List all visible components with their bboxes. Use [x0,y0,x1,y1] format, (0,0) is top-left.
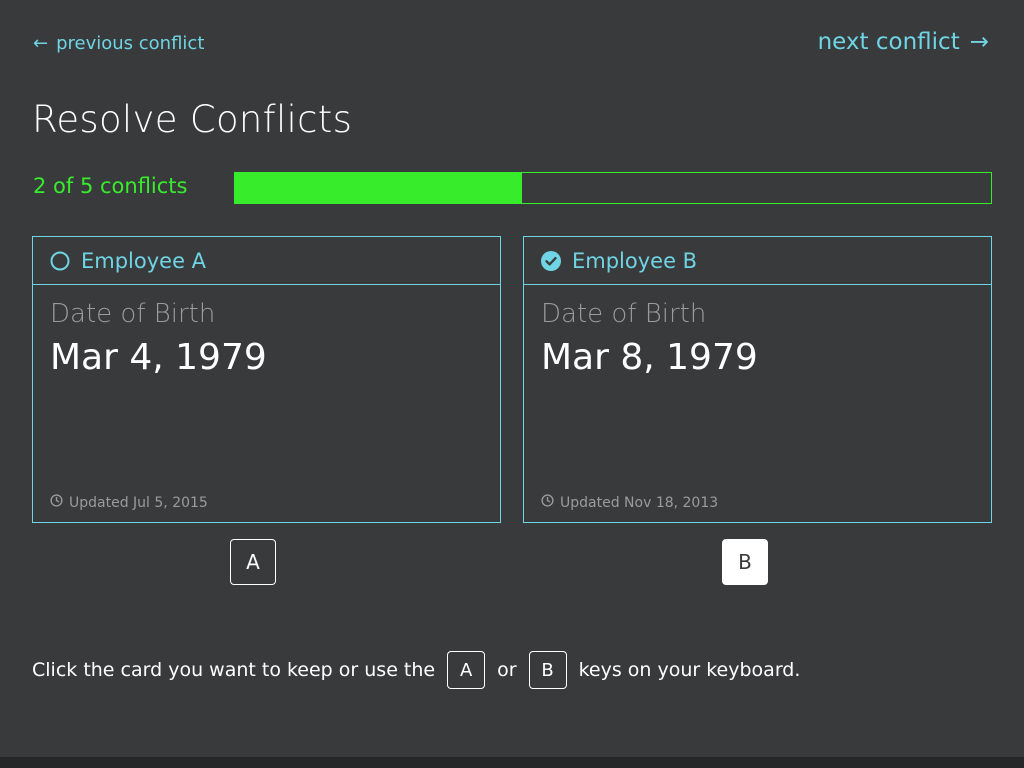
card-header: Employee B [524,237,991,285]
previous-conflict-label: previous conflict [56,33,205,54]
page-title: Resolve Conflicts [32,98,353,141]
employee-b-card[interactable]: Employee B Date of Birth Mar 8, 1979 Upd… [523,236,992,523]
progress-bar [234,172,992,204]
progress-label: 2 of 5 conflicts [33,174,188,198]
next-conflict-label: next conflict [817,29,960,55]
field-label: Date of Birth [50,299,216,329]
progress-bar-fill [235,173,523,203]
updated-text: Updated Jul 5, 2015 [69,494,208,511]
arrow-left-icon: ← [33,33,49,54]
key-hint-b: B [528,651,567,689]
updated-text: Updated Nov 18, 2013 [560,494,719,511]
clock-icon [50,494,69,511]
card-header: Employee A [33,237,500,285]
bottom-bar [0,757,1024,768]
updated-info: Updated Jul 5, 2015 [50,494,208,511]
check-circle-icon [541,250,561,271]
field-label: Date of Birth [541,299,707,329]
card-title: Employee B [572,248,698,273]
choose-b-button[interactable]: B [722,539,768,585]
employee-a-card[interactable]: Employee A Date of Birth Mar 4, 1979 Upd… [32,236,501,523]
radio-unchecked-icon [50,251,70,271]
instructions: Click the card you want to keep or use t… [32,651,800,689]
instructions-text-end: keys on your keyboard. [578,659,801,681]
arrow-right-icon: → [969,29,989,55]
previous-conflict-link[interactable]: ← previous conflict [33,33,204,54]
field-value: Mar 4, 1979 [50,337,267,378]
choose-a-button[interactable]: A [230,539,276,585]
key-hint-a: A [447,651,486,689]
clock-icon [541,494,560,511]
field-value: Mar 8, 1979 [541,337,758,378]
instructions-text-start: Click the card you want to keep or use t… [32,659,436,681]
next-conflict-link[interactable]: next conflict → [818,29,989,55]
instructions-text-middle: or [497,659,517,681]
updated-info: Updated Nov 18, 2013 [541,494,718,511]
card-title: Employee A [81,248,207,273]
